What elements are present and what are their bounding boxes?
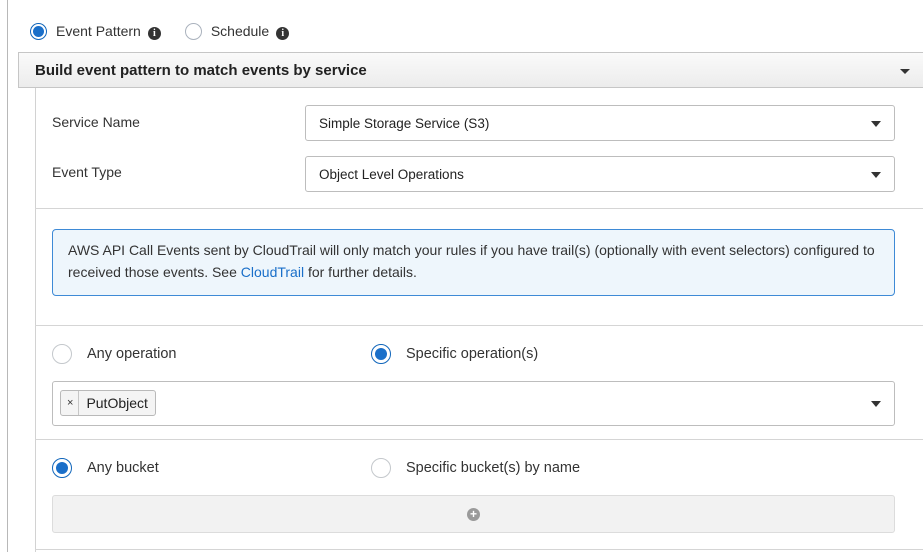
specific-operation-option[interactable]: Specific operation(s)	[371, 344, 538, 364]
info-text: AWS API Call Events sent by CloudTrail w…	[68, 242, 875, 280]
caret-down-icon[interactable]	[900, 69, 910, 74]
specific-operation-label[interactable]: Specific operation(s)	[406, 346, 538, 362]
schedule-label[interactable]: Schedule	[211, 23, 269, 39]
event-type-select[interactable]: Object Level Operations	[305, 156, 895, 192]
event-pattern-radio[interactable]	[30, 22, 47, 40]
any-bucket-radio[interactable]	[52, 458, 72, 478]
event-pattern-section-header[interactable]: Build event pattern to match events by s…	[18, 52, 923, 88]
divider	[35, 325, 923, 326]
plus-circle-icon: +	[467, 507, 480, 521]
event-pattern-label[interactable]: Event Pattern	[56, 23, 141, 39]
any-operation-option[interactable]: Any operation	[52, 344, 176, 364]
divider	[35, 439, 923, 440]
section-title: Build event pattern to match events by s…	[35, 61, 367, 79]
add-bucket-button[interactable]: +	[52, 495, 895, 533]
cloudtrail-info-alert: AWS API Call Events sent by CloudTrail w…	[52, 229, 895, 296]
specific-bucket-label[interactable]: Specific bucket(s) by name	[406, 460, 580, 476]
service-name-select[interactable]: Simple Storage Service (S3)	[305, 105, 895, 141]
info-text-end: for further details.	[304, 264, 417, 280]
event-type-label: Event Type	[52, 164, 122, 180]
remove-token-icon[interactable]: ×	[67, 391, 80, 415]
caret-down-icon	[871, 172, 881, 178]
any-operation-label[interactable]: Any operation	[87, 346, 176, 362]
cloudtrail-link[interactable]: CloudTrail	[241, 264, 304, 280]
divider	[35, 549, 923, 550]
info-icon[interactable]: i	[276, 26, 290, 40]
operation-token: × PutObject	[60, 390, 156, 416]
divider	[35, 208, 923, 209]
window-left-border	[7, 0, 8, 552]
service-name-label: Service Name	[52, 114, 140, 130]
specific-operation-radio[interactable]	[371, 344, 391, 364]
specific-bucket-radio[interactable]	[371, 458, 391, 478]
caret-down-icon	[871, 121, 881, 127]
rule-source-selector: Event Pattern i Schedule i	[30, 18, 290, 44]
operation-multiselect[interactable]: × PutObject	[52, 381, 895, 426]
service-name-value: Simple Storage Service (S3)	[319, 115, 490, 131]
schedule-radio[interactable]	[184, 22, 202, 40]
event-type-value: Object Level Operations	[319, 166, 464, 182]
any-operation-radio[interactable]	[52, 344, 72, 364]
specific-bucket-option[interactable]: Specific bucket(s) by name	[371, 458, 580, 478]
caret-down-icon[interactable]	[871, 401, 881, 407]
operation-token-label: PutObject	[86, 395, 148, 411]
any-bucket-option[interactable]: Any bucket	[52, 458, 159, 478]
any-bucket-label[interactable]: Any bucket	[87, 460, 159, 476]
info-icon[interactable]: i	[147, 26, 161, 40]
